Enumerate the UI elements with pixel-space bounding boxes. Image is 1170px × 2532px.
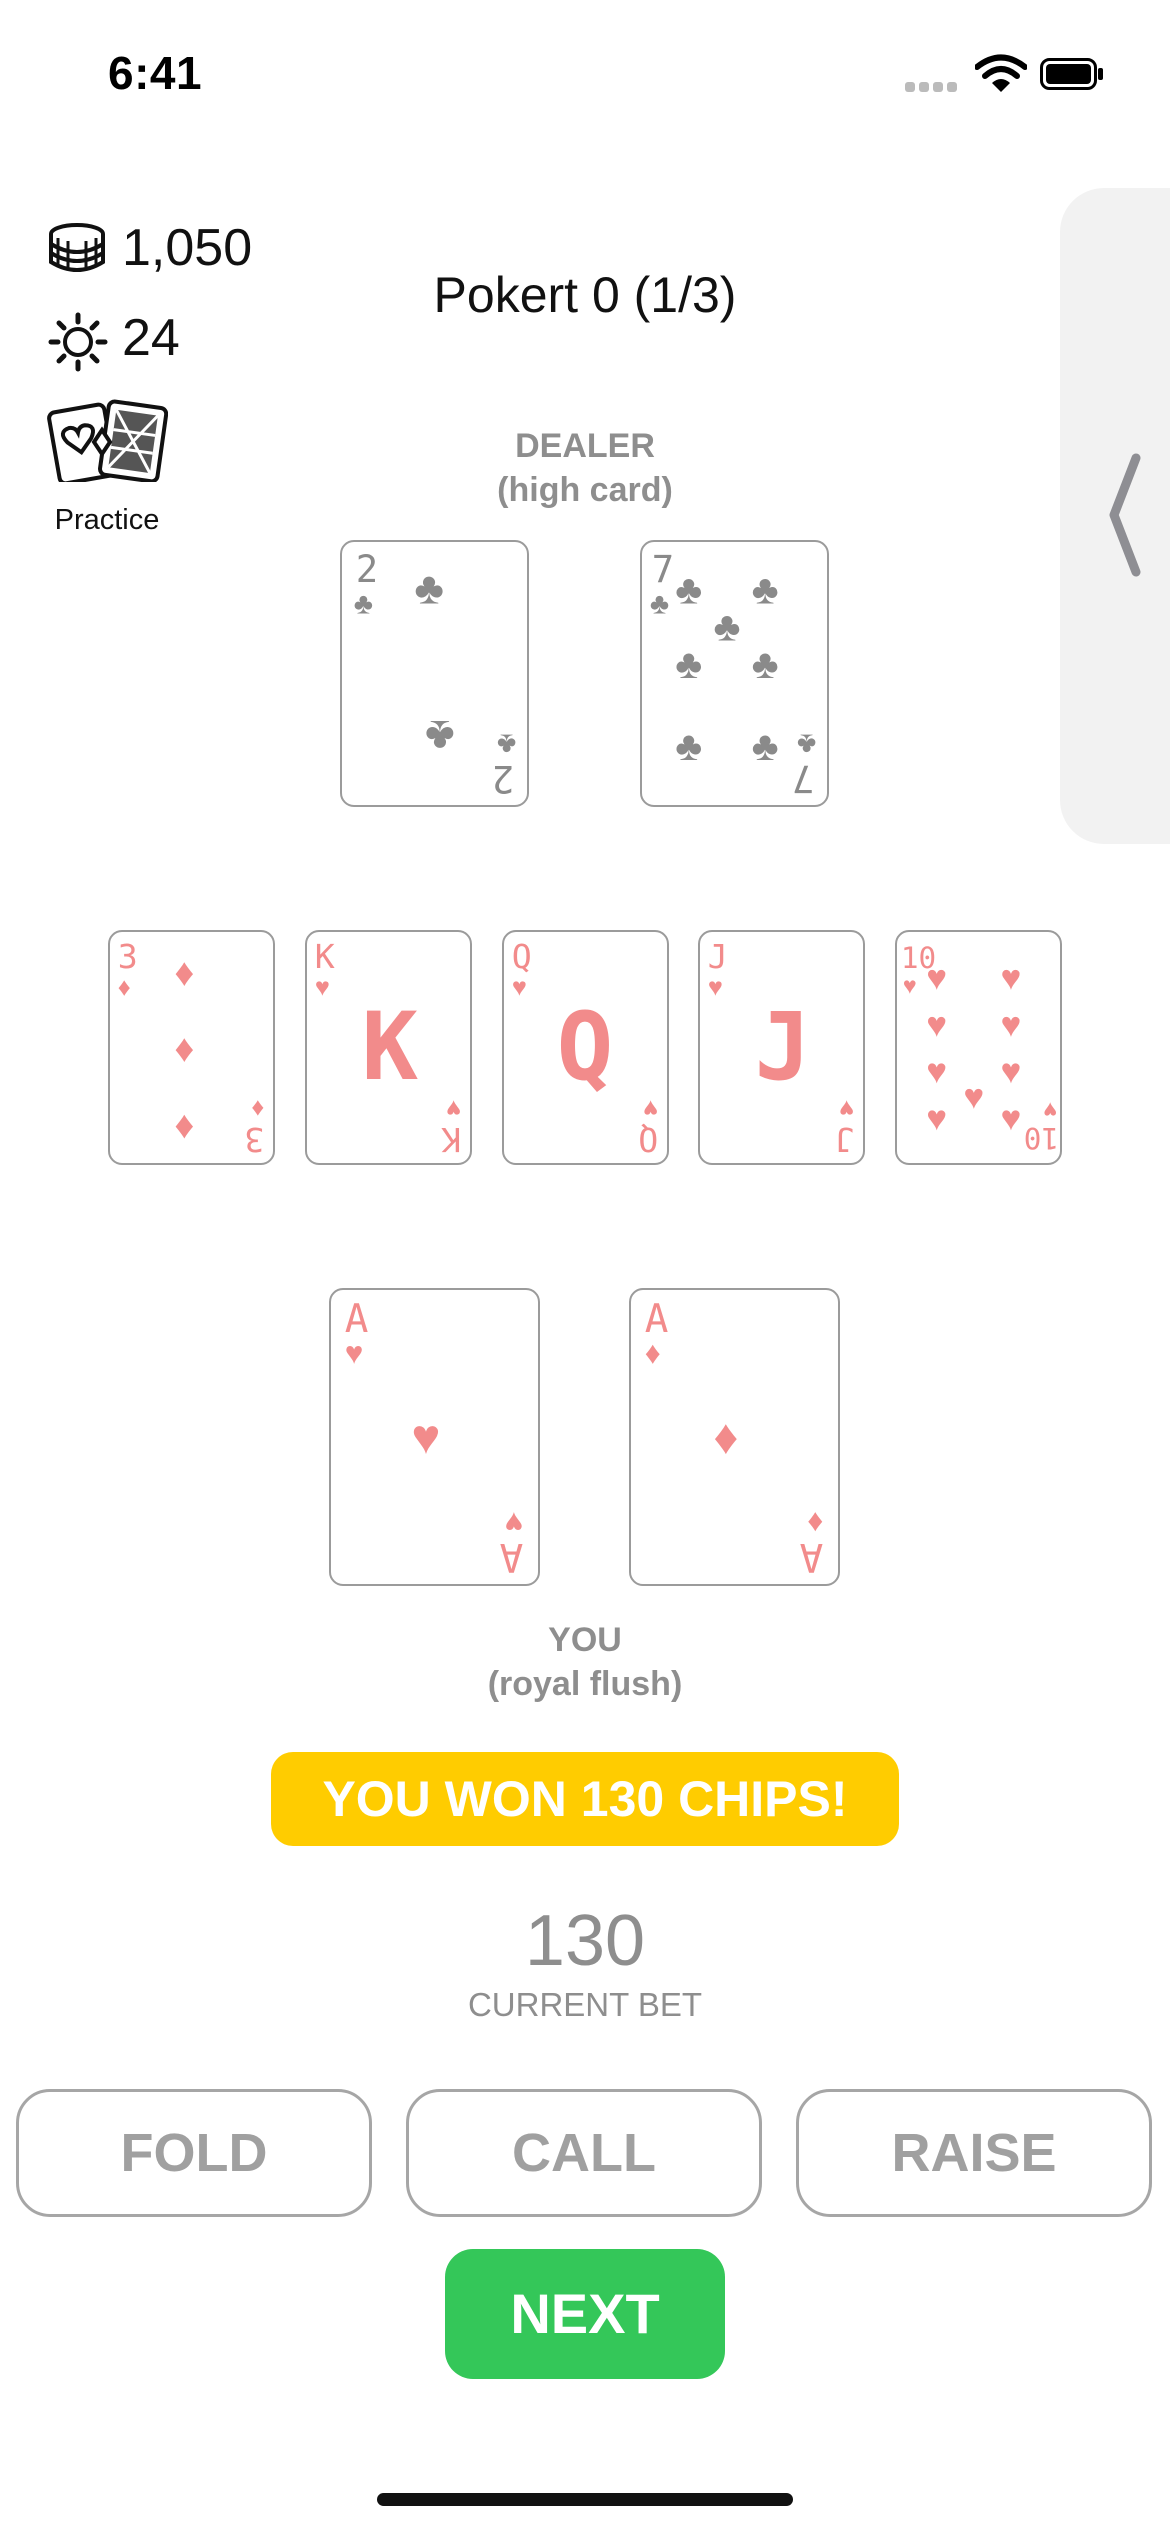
player-hand-name: (royal flush): [487, 1665, 683, 1703]
svg-text:♦: ♦: [807, 1506, 823, 1541]
win-banner: YOU WON 130 CHIPS!: [271, 1752, 899, 1846]
svg-text:♥: ♥: [1000, 1052, 1021, 1091]
next-button[interactable]: NEXT: [445, 2249, 725, 2379]
svg-text:♥: ♥: [708, 973, 723, 1001]
svg-text:Q: Q: [557, 993, 613, 1102]
player-label: YOU: [548, 1621, 622, 1659]
svg-text:♥: ♥: [643, 1095, 658, 1123]
svg-text:♥: ♥: [411, 1411, 440, 1465]
svg-text:♦: ♦: [118, 973, 131, 1001]
svg-text:♣: ♣: [675, 567, 702, 613]
svg-text:Q: Q: [512, 937, 532, 976]
svg-text:♥: ♥: [1000, 1099, 1021, 1138]
svg-text:♣: ♣: [497, 728, 516, 761]
cellular-signal-icon: [905, 82, 957, 92]
svg-text:♥: ♥: [1000, 958, 1021, 997]
svg-text:♥: ♥: [963, 1078, 984, 1117]
board-card: K ♥ K K ♥: [305, 930, 472, 1165]
svg-text:♣: ♣: [675, 723, 702, 769]
svg-text:2: 2: [492, 757, 514, 801]
svg-text:7: 7: [792, 757, 814, 801]
dealer-card: 2 ♣ ♣ ♣ 2 ♣: [340, 540, 529, 807]
svg-text:♦: ♦: [174, 952, 194, 995]
svg-text:♥: ♥: [926, 1052, 947, 1091]
svg-text:♣: ♣: [752, 567, 779, 613]
svg-text:♣: ♣: [797, 728, 816, 761]
svg-text:♥: ♥: [446, 1095, 461, 1123]
svg-text:♥: ♥: [926, 1005, 947, 1044]
svg-text:♣: ♣: [713, 604, 740, 650]
svg-text:♥: ♥: [839, 1095, 854, 1123]
svg-text:♥: ♥: [1000, 1005, 1021, 1044]
player-card: A ♦ ♦ A ♦: [629, 1288, 840, 1586]
svg-text:3: 3: [244, 1120, 264, 1159]
home-indicator[interactable]: [377, 2493, 793, 2506]
board-card: 10 ♥ ♥ ♥ ♥ ♥ ♥ ♥ ♥ ♥ ♥ 10 ♥: [895, 930, 1062, 1165]
svg-text:♥: ♥: [505, 1506, 524, 1541]
svg-text:J: J: [755, 993, 811, 1102]
svg-text:♥: ♥: [1043, 1098, 1057, 1124]
svg-text:♥: ♥: [512, 973, 527, 1001]
svg-text:♥: ♥: [926, 958, 947, 997]
svg-text:♣: ♣: [752, 723, 779, 769]
status-time: 6:41: [108, 47, 203, 99]
svg-text:♦: ♦: [174, 1028, 194, 1071]
svg-text:Q: Q: [638, 1120, 658, 1159]
player-card: A ♥ ♥ A ♥: [329, 1288, 540, 1586]
svg-text:♣: ♣: [752, 641, 779, 687]
svg-text:♣: ♣: [414, 563, 444, 614]
svg-text:♥: ♥: [903, 972, 917, 998]
svg-text:♣: ♣: [650, 587, 669, 620]
svg-text:♦: ♦: [645, 1335, 661, 1370]
board-card: J ♥ J J ♥: [698, 930, 865, 1165]
svg-text:♦: ♦: [251, 1095, 264, 1123]
svg-text:3: 3: [118, 937, 138, 976]
svg-text:K: K: [362, 993, 419, 1102]
svg-text:K: K: [441, 1120, 461, 1159]
game-title: Pokert 0 (1/3): [433, 267, 737, 323]
wifi-icon: [975, 54, 1027, 92]
fold-button[interactable]: FOLD: [16, 2089, 372, 2217]
dealer-hand-name: (high card): [497, 471, 673, 509]
current-bet-label: CURRENT BET: [467, 1986, 703, 2023]
board-card: Q ♥ Q Q ♥: [502, 930, 669, 1165]
svg-text:7: 7: [652, 547, 674, 591]
svg-text:J: J: [708, 937, 728, 976]
current-bet-value: 130: [524, 1901, 646, 1981]
svg-text:♥: ♥: [315, 973, 330, 1001]
svg-text:♦: ♦: [174, 1104, 194, 1147]
svg-text:10: 10: [1024, 1121, 1059, 1155]
svg-text:♣: ♣: [354, 587, 373, 620]
svg-text:♦: ♦: [713, 1411, 738, 1465]
svg-text:K: K: [315, 937, 335, 976]
svg-text:♣: ♣: [425, 711, 455, 762]
svg-text:J: J: [834, 1120, 854, 1159]
raise-button[interactable]: RAISE: [796, 2089, 1152, 2217]
board-card: 3 ♦ ♦ ♦ ♦ 3 ♦: [108, 930, 275, 1165]
svg-text:♥: ♥: [345, 1335, 364, 1370]
call-button[interactable]: CALL: [406, 2089, 762, 2217]
svg-text:2: 2: [356, 547, 378, 591]
battery-icon: [1040, 58, 1103, 90]
svg-text:♥: ♥: [926, 1099, 947, 1138]
svg-text:♣: ♣: [675, 641, 702, 687]
dealer-card: 7 ♣ ♣ ♣ ♣ ♣ ♣ ♣ ♣ 7 ♣: [640, 540, 829, 807]
dealer-label: DEALER: [515, 427, 655, 465]
